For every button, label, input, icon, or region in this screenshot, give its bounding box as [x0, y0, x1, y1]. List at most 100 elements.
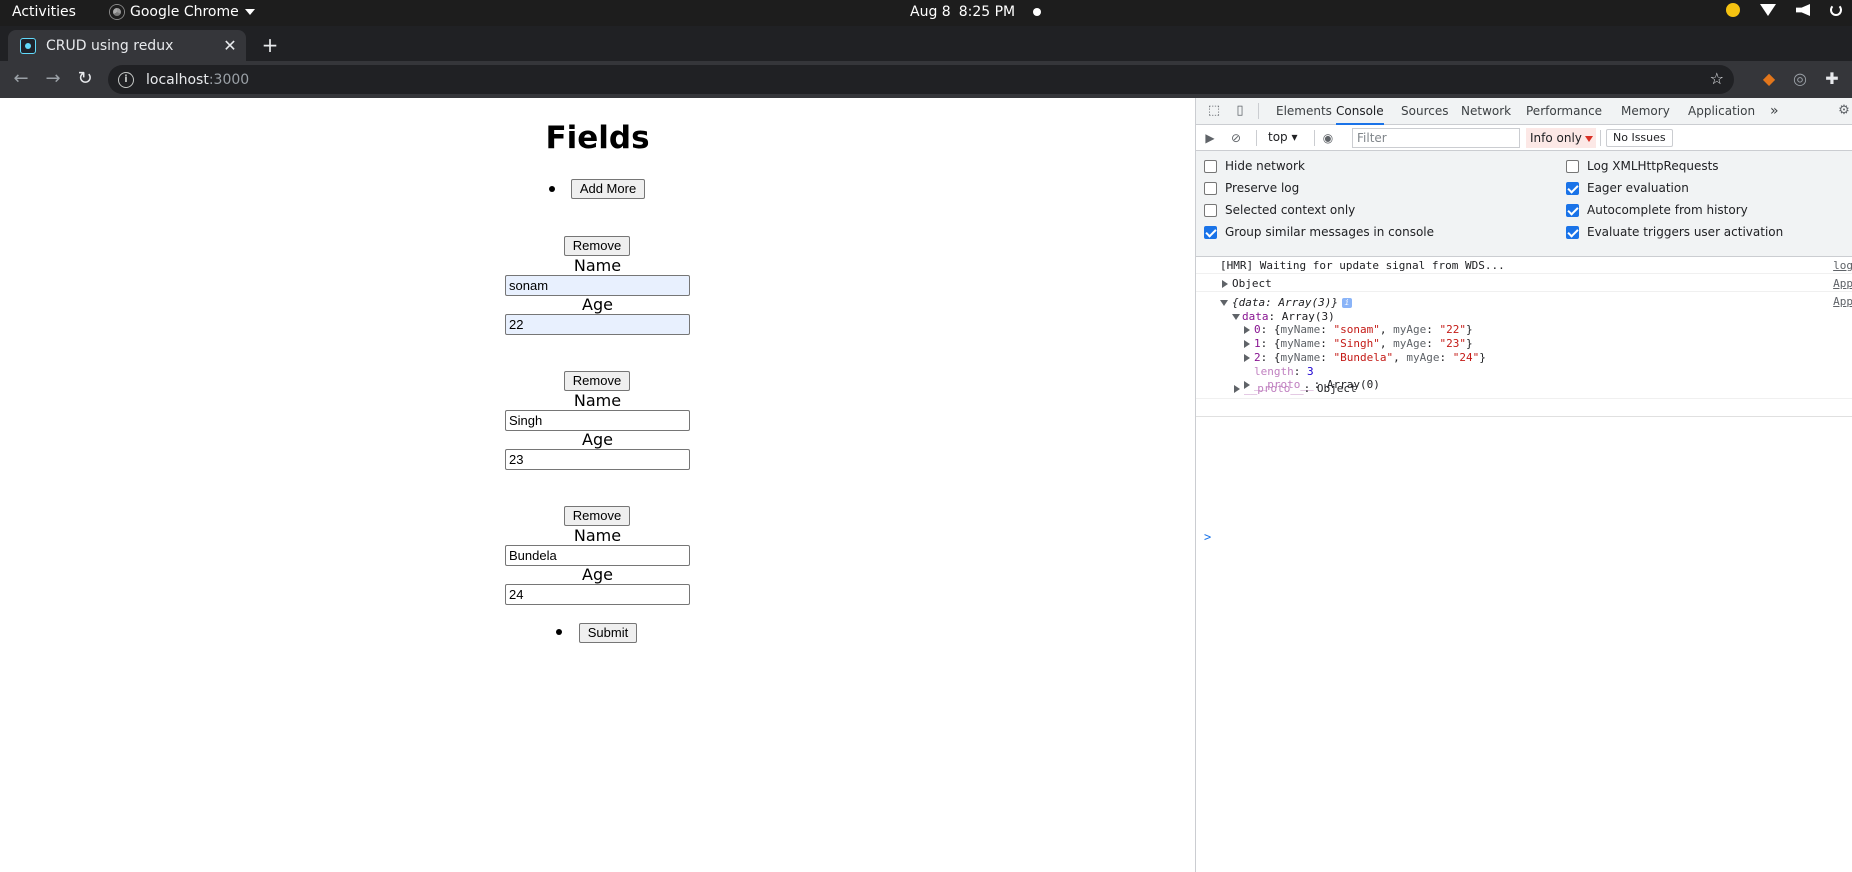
checkbox[interactable]	[1204, 181, 1217, 195]
remove-button-2[interactable]: Remove	[564, 506, 630, 526]
setting-log-xhr[interactable]: Log XMLHttpRequests	[1566, 157, 1719, 175]
tree-value: Object	[1316, 382, 1357, 395]
tree-value: Array(3)	[1281, 310, 1335, 323]
metamask-extension-icon[interactable]: ◆	[1760, 70, 1778, 88]
collapse-arrow-icon[interactable]	[1220, 300, 1228, 306]
clock[interactable]: Aug 8 8:25 PM	[910, 4, 1042, 20]
age-input-0[interactable]: 22	[505, 314, 690, 335]
expand-arrow-icon[interactable]	[1244, 326, 1250, 334]
setting-label: Selected context only	[1225, 203, 1356, 217]
name-label-2: Name	[573, 526, 622, 545]
setting-label: Autocomplete from history	[1587, 203, 1748, 217]
page-title: Fields	[545, 120, 650, 156]
source-link[interactable]: App	[1833, 277, 1852, 290]
tab-application[interactable]: Application	[1688, 98, 1755, 125]
inspect-element-icon[interactable]: ⬚	[1206, 103, 1222, 119]
divider	[1600, 130, 1601, 146]
checkbox[interactable]	[1204, 159, 1217, 173]
remove-button-0[interactable]: Remove	[564, 236, 630, 256]
setting-group-similar[interactable]: Group similar messages in console	[1204, 223, 1434, 241]
checkbox-checked[interactable]	[1566, 225, 1579, 239]
tree-key: __proto__	[1244, 382, 1304, 395]
checkbox[interactable]	[1566, 159, 1579, 173]
age-input-1[interactable]: 23	[505, 449, 690, 470]
power-icon	[1830, 4, 1842, 16]
back-icon[interactable]: ←	[10, 68, 32, 90]
setting-selected-context[interactable]: Selected context only	[1204, 201, 1355, 219]
new-tab-button[interactable]: +	[258, 33, 282, 57]
settings-gear-icon[interactable]: ⚙	[1836, 103, 1852, 119]
add-more-button[interactable]: Add More	[571, 179, 645, 199]
react-favicon-icon	[20, 37, 36, 54]
setting-hide-network[interactable]: Hide network	[1204, 157, 1305, 175]
checkbox[interactable]	[1204, 203, 1217, 217]
age-input-2[interactable]: 24	[505, 584, 690, 605]
clear-console-icon[interactable]: ⊘	[1228, 130, 1244, 146]
expand-arrow-icon[interactable]	[1244, 354, 1250, 362]
forward-icon[interactable]: →	[42, 68, 64, 90]
close-tab-icon[interactable]: ✕	[218, 36, 242, 55]
setting-preserve-log[interactable]: Preserve log	[1204, 179, 1299, 197]
browser-tab[interactable]: CRUD using redux ✕	[8, 30, 246, 61]
source-link[interactable]: App	[1833, 295, 1852, 308]
age-label-2: Age	[582, 565, 613, 584]
name-input-2[interactable]: Bundela	[505, 545, 690, 566]
checkbox-checked[interactable]	[1566, 181, 1579, 195]
tree-node-data[interactable]: data: Array(3)	[1242, 310, 1335, 323]
more-tabs-button[interactable]: »	[1770, 98, 1779, 125]
name-label-0: Name	[573, 256, 622, 275]
bookmark-star-icon[interactable]: ☆	[1710, 69, 1724, 88]
tree-node-item-2[interactable]: 2: {myName: "Bundela", myAge: "24"}	[1254, 351, 1486, 364]
issues-button[interactable]: No Issues	[1606, 129, 1673, 147]
object-summary[interactable]: {data: Array(3)} i	[1232, 296, 1352, 309]
site-info-icon[interactable]: i	[118, 71, 134, 88]
extensions-puzzle-icon[interactable]: ✚	[1823, 70, 1841, 88]
tab-memory[interactable]: Memory	[1621, 98, 1670, 125]
name-input-1[interactable]: Singh	[505, 410, 690, 431]
live-expression-eye-icon[interactable]: ◉	[1320, 130, 1336, 146]
expand-arrow-icon[interactable]	[1222, 280, 1228, 288]
tab-console[interactable]: Console	[1336, 98, 1384, 125]
name-input-0[interactable]: sonam	[505, 275, 690, 296]
source-link[interactable]: log	[1833, 259, 1852, 272]
tab-title: CRUD using redux	[46, 37, 174, 54]
setting-label: Group similar messages in console	[1225, 225, 1434, 239]
log-levels-dropdown[interactable]: Info only	[1526, 128, 1596, 148]
console-prompt[interactable]: >	[1204, 530, 1211, 544]
tab-sources[interactable]: Sources	[1401, 98, 1448, 125]
wifi-icon	[1760, 4, 1776, 16]
reload-icon[interactable]: ↻	[74, 68, 96, 90]
setting-autocomplete[interactable]: Autocomplete from history	[1566, 201, 1748, 219]
tab-performance[interactable]: Performance	[1526, 98, 1602, 125]
checkbox-checked[interactable]	[1566, 203, 1579, 217]
expand-arrow-icon[interactable]	[1234, 385, 1240, 393]
tree-node-item-0[interactable]: 0: {myName: "sonam", myAge: "22"}	[1254, 323, 1473, 336]
remove-button-1[interactable]: Remove	[564, 371, 630, 391]
setting-eager-eval[interactable]: Eager evaluation	[1566, 179, 1689, 197]
system-tray[interactable]	[1726, 3, 1852, 17]
tab-elements[interactable]: Elements	[1276, 98, 1332, 125]
app-menu[interactable]: Google Chrome	[110, 4, 255, 20]
divider	[1256, 130, 1257, 146]
setting-label: Preserve log	[1225, 181, 1300, 195]
expand-arrow-icon[interactable]	[1244, 340, 1250, 348]
tab-network[interactable]: Network	[1461, 98, 1511, 125]
extension-icon[interactable]: ◎	[1791, 70, 1809, 88]
console-message: Object App	[1196, 275, 1852, 292]
submit-button[interactable]: Submit	[579, 623, 637, 643]
console-message-text[interactable]: Object	[1232, 277, 1272, 290]
filter-input[interactable]: Filter	[1352, 128, 1520, 148]
collapse-arrow-icon[interactable]	[1232, 314, 1240, 320]
tree-value: "24"	[1452, 351, 1480, 364]
tree-node-item-1[interactable]: 1: {myName: "Singh", myAge: "23"}	[1254, 337, 1473, 350]
device-toolbar-icon[interactable]: ▯	[1232, 103, 1248, 119]
activities-button[interactable]: Activities	[12, 4, 76, 20]
url-host: localhost	[146, 71, 209, 88]
sidebar-toggle-icon[interactable]: ▶	[1202, 130, 1218, 146]
checkbox-checked[interactable]	[1204, 225, 1217, 239]
os-top-bar: Activities Google Chrome Aug 8 8:25 PM	[0, 0, 1852, 26]
setting-user-activation[interactable]: Evaluate triggers user activation	[1566, 223, 1783, 241]
tree-node-proto-object[interactable]: __proto__: Object	[1244, 382, 1357, 395]
address-bar[interactable]: i localhost:3000 ☆	[108, 65, 1734, 94]
context-select[interactable]: top ▾	[1268, 130, 1298, 144]
